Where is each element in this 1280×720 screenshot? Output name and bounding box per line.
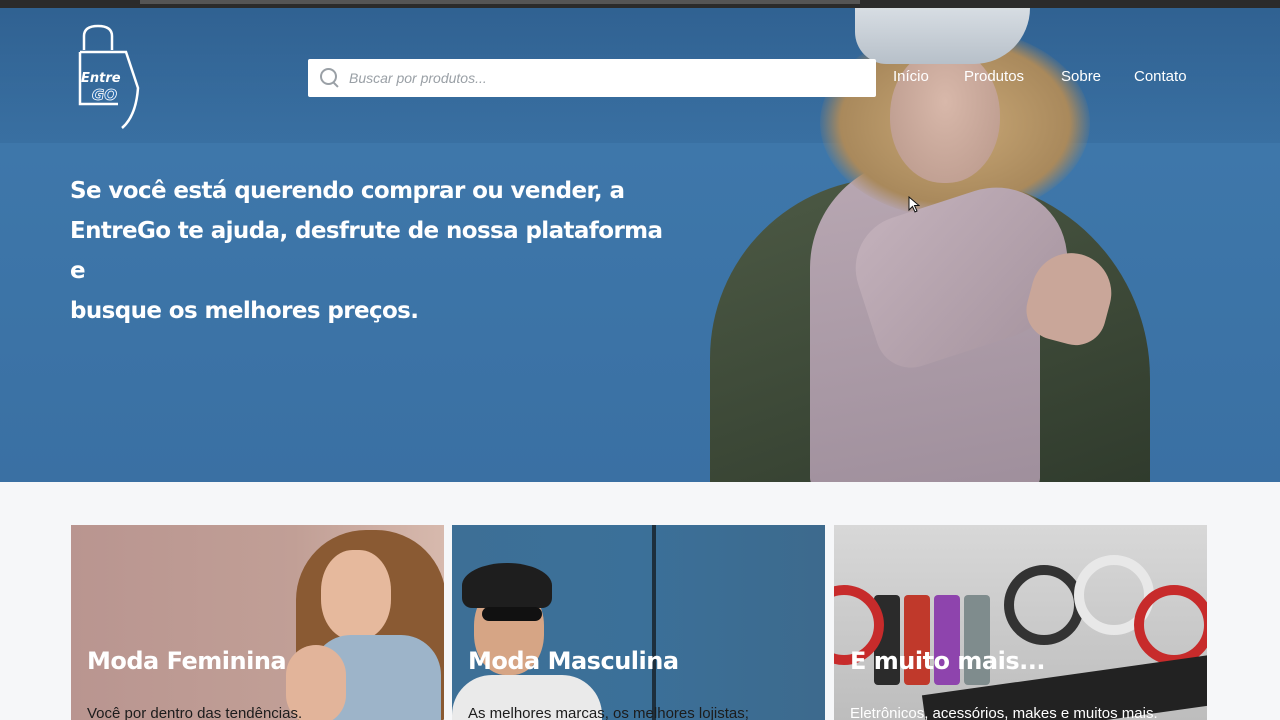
category-title: E muito mais... <box>850 647 1045 675</box>
category-title: Moda Feminina <box>87 647 287 675</box>
category-card-e-muito-mais[interactable]: E muito mais... Eletrônicos, acessórios,… <box>834 525 1207 720</box>
hero-headline-line: busque os melhores preços. <box>70 298 419 324</box>
nav-link-contato[interactable]: Contato <box>1134 68 1187 85</box>
main-nav: Início Produtos Sobre Contato <box>0 68 1280 90</box>
nav-link-produtos[interactable]: Produtos <box>964 68 1024 85</box>
hero-headline-line: Se você está querendo comprar ou vender,… <box>70 178 625 204</box>
categories-section: Moda Feminina Você por dentro das tendên… <box>0 482 1280 720</box>
hero-section: Entre GO Início Produtos Sobre Contato S… <box>0 8 1280 482</box>
nav-link-inicio[interactable]: Início <box>893 68 929 85</box>
browser-top-strip <box>0 0 1280 8</box>
hero-headline: Se você está querendo comprar ou vender,… <box>70 171 670 331</box>
mouse-cursor-icon <box>908 196 920 213</box>
browser-tab-strip <box>140 0 860 4</box>
category-card-moda-masculina[interactable]: Moda Masculina As melhores marcas, os me… <box>452 525 825 720</box>
category-description: Eletrônicos, acessórios, makes e muitos … <box>850 705 1158 720</box>
hero-headline-line: EntreGo te ajuda, desfrute de nossa plat… <box>70 218 663 284</box>
category-description: Você por dentro das tendências. <box>87 705 303 720</box>
category-description: As melhores marcas, os melhores lojistas… <box>468 705 749 720</box>
category-title: Moda Masculina <box>468 647 679 675</box>
category-card-moda-feminina[interactable]: Moda Feminina Você por dentro das tendên… <box>71 525 444 720</box>
nav-link-sobre[interactable]: Sobre <box>1061 68 1101 85</box>
